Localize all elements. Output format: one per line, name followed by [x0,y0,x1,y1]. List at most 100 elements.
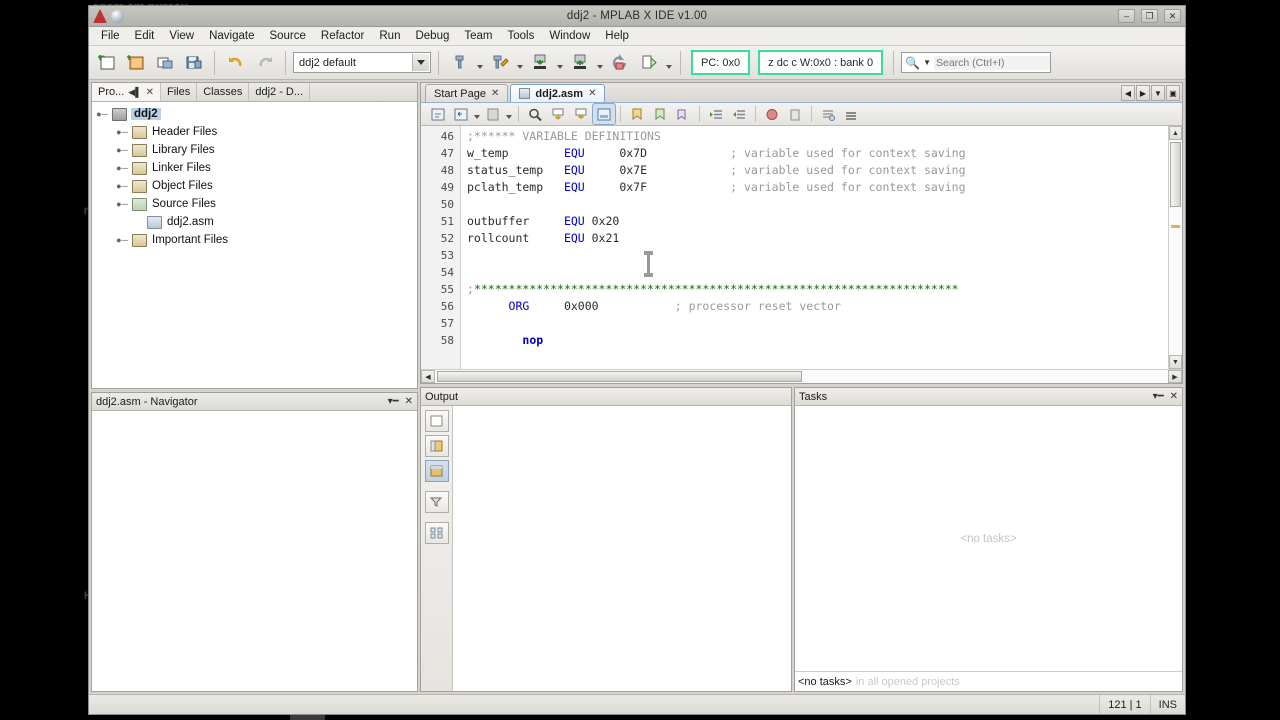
hscroll-track[interactable] [435,370,1168,383]
menu-refactor[interactable]: Refactor [314,28,371,44]
close-icon[interactable]: ✕ [491,88,499,99]
minimize-icon[interactable]: ▾━ [1153,391,1164,402]
shift-left-icon[interactable] [705,104,727,124]
comment-icon[interactable] [482,104,504,124]
shift-line-left-icon[interactable] [450,104,472,124]
tree-node-object-files[interactable]: ●─ Object Files [92,177,417,195]
tree-node-ddj2[interactable]: ●─ ddj2 [92,105,417,123]
menu-run[interactable]: Run [372,28,407,44]
tree-node-ddj2-asm[interactable]: ddj2.asm [92,213,417,231]
close-icon[interactable]: ✕ [146,87,154,98]
find-next-icon[interactable] [570,104,592,124]
expander-icon[interactable]: ●─ [116,181,128,191]
nav-forward-button[interactable]: ▶ [1136,85,1150,101]
expander-icon[interactable]: ●─ [116,163,128,173]
hscroll-thumb[interactable] [437,371,802,382]
close-button[interactable]: ✕ [1164,9,1181,23]
output-text-area[interactable] [453,406,791,691]
close-icon[interactable]: ✕ [405,396,413,407]
tab-classes[interactable]: Classes [197,83,250,101]
clear-output-icon[interactable] [424,410,449,432]
tab-projects[interactable]: Pro... ◀▌ ✕ [92,83,161,101]
expander-icon[interactable]: ●─ [116,145,128,155]
scroll-down-button[interactable]: ▼ [1169,355,1182,369]
delete-breakpoint-icon[interactable] [784,104,806,124]
menu-source[interactable]: Source [262,28,312,44]
wrap-text-icon[interactable] [424,522,449,544]
editor-vertical-scrollbar[interactable]: ▲ ▼ [1168,126,1182,369]
debug-dropdown-icon[interactable] [664,50,673,76]
tab-ddj2-dashboard[interactable]: ddj2 - D... [249,83,311,101]
comment-dropdown-icon[interactable] [505,104,513,124]
menu-navigate[interactable]: Navigate [202,28,261,44]
program-dropdown-icon[interactable] [595,50,604,76]
save-all-icon[interactable] [180,50,207,76]
new-project-icon[interactable] [93,50,120,76]
find-selection-icon[interactable] [524,104,546,124]
undo-icon[interactable] [222,50,249,76]
menu-view[interactable]: View [162,28,201,44]
tree-node-linker-files[interactable]: ●─ Linker Files [92,159,417,177]
build-project-icon[interactable] [446,50,473,76]
tree-node-source-files[interactable]: ●─ Source Files [92,195,417,213]
shift-line-dropdown-icon[interactable] [473,104,481,124]
redo-icon[interactable] [251,50,278,76]
pin-icon[interactable]: ◀▌ [128,87,141,98]
window-output-2-icon[interactable] [424,460,449,482]
nav-back-button[interactable]: ◀ [1121,85,1135,101]
expander-icon[interactable]: ●─ [116,127,128,137]
menu-team[interactable]: Team [457,28,499,44]
scroll-track[interactable] [1169,140,1182,355]
editor-horizontal-scrollbar[interactable]: ◀ ▶ [421,369,1182,383]
toggle-bookmark-icon[interactable] [672,104,694,124]
shift-right-icon[interactable] [728,104,750,124]
toggle-highlight-icon[interactable] [592,103,616,125]
find-previous-icon[interactable] [547,104,569,124]
expander-icon[interactable]: ●─ [116,199,128,209]
hold-reset-icon[interactable] [606,50,633,76]
expander-icon[interactable]: ●─ [96,109,108,119]
menu-tools[interactable]: Tools [501,28,542,44]
expander-icon[interactable]: ●─ [116,235,128,245]
filter-icon[interactable] [424,491,449,513]
configuration-select[interactable]: ddj2 default [293,52,431,73]
make-program-dropdown-icon[interactable] [555,50,564,76]
editor-tab-ddj2-asm[interactable]: ddj2.asm ✕ [510,84,606,102]
maximize-button[interactable]: ❐ [1141,9,1158,23]
debug-project-icon[interactable] [635,50,662,76]
start-macro-icon[interactable] [817,104,839,124]
tree-node-important-files[interactable]: ●─ Important Files [92,231,417,249]
menu-file[interactable]: File [94,28,127,44]
code-text[interactable]: ;****** VARIABLE DEFINITIONS w_temp EQU … [461,126,1168,369]
last-edit-icon[interactable] [427,104,449,124]
stop-macro-icon[interactable] [840,104,862,124]
nav-list-button[interactable]: ▼ [1151,85,1165,101]
nav-maximize-button[interactable]: ▣ [1166,85,1180,101]
scroll-thumb[interactable] [1170,142,1181,207]
window-output-1-icon[interactable] [424,435,449,457]
clean-build-icon[interactable] [486,50,513,76]
tab-files[interactable]: Files [161,83,198,101]
menu-help[interactable]: Help [598,28,636,44]
previous-bookmark-icon[interactable] [626,104,648,124]
open-project-icon[interactable] [151,50,178,76]
search-icon[interactable]: 🔍 [905,56,920,70]
new-file-icon[interactable] [122,50,149,76]
editor-tab-start-page[interactable]: Start Page ✕ [425,84,509,102]
make-program-icon[interactable] [526,50,553,76]
scroll-right-button[interactable]: ▶ [1168,370,1182,383]
clean-build-dropdown-icon[interactable] [515,50,524,76]
search-dropdown-icon[interactable]: ▼ [923,58,931,67]
minimize-button[interactable]: – [1118,9,1135,23]
menu-debug[interactable]: Debug [408,28,456,44]
tree-node-header-files[interactable]: ●─ Header Files [92,123,417,141]
menu-edit[interactable]: Edit [128,28,162,44]
search-box[interactable]: 🔍 ▼ [901,52,1052,73]
search-input[interactable] [933,55,1051,70]
tree-node-library-files[interactable]: ●─ Library Files [92,141,417,159]
code-editor-area[interactable]: 46 47 48 49 50 51 52 53 54 55 56 57 58 ;… [421,126,1182,369]
toggle-breakpoint-icon[interactable] [761,104,783,124]
program-device-icon[interactable] [566,50,593,76]
next-bookmark-icon[interactable] [649,104,671,124]
menu-window[interactable]: Window [542,28,597,44]
